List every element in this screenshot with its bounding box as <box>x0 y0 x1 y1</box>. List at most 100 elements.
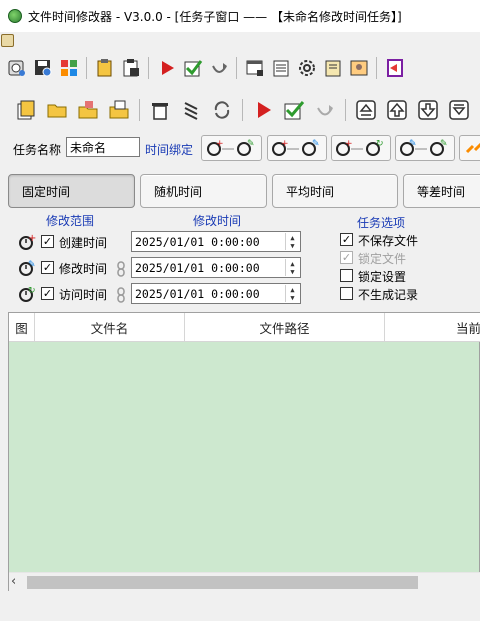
lock-file-label: 锁定文件 <box>358 252 407 266</box>
create-time-spinner[interactable]: ▲ ▼ <box>285 233 299 250</box>
column-header-filepath[interactable]: 文件路径 <box>185 313 385 342</box>
file-list-grid[interactable]: 图 文件名 文件路径 当前 ‹ <box>8 312 480 591</box>
document-icon[interactable] <box>321 57 344 80</box>
add-folder-icon[interactable] <box>44 97 70 123</box>
svg-text:+: + <box>28 233 36 244</box>
bind-modify-access-button[interactable]: ✎ ✎ <box>395 135 455 161</box>
create-time-row: + ✓ 创建时间 2025/01/01 0:00:00 ▲ ▼ <box>0 231 320 255</box>
clock-edit-icon: ✎ <box>18 259 36 280</box>
chain-link-icon[interactable] <box>116 287 126 306</box>
move-up-icon[interactable] <box>384 97 410 123</box>
task-toolbar <box>0 95 480 125</box>
scroll-left-icon[interactable]: ‹ <box>11 574 16 589</box>
main-toolbar <box>0 52 480 84</box>
access-time-field[interactable]: 2025/01/01 0:00:00 ▲ ▼ <box>131 283 301 304</box>
toolbar-separator <box>345 99 346 121</box>
notes-icon[interactable] <box>269 57 292 80</box>
exit-icon[interactable] <box>383 57 406 80</box>
title-bar: 文件时间修改器 - V3.0.0 - [任务子窗口 —— 【未命名修改时间任务】… <box>0 0 480 32</box>
access-time-value: 2025/01/01 0:00:00 <box>135 287 260 301</box>
run-triangle-icon[interactable] <box>250 97 276 123</box>
column-header-current[interactable]: 当前 <box>385 313 480 342</box>
modify-time-label: 修改时间 <box>59 262 108 276</box>
grid-header: 图 文件名 文件路径 当前 <box>9 313 480 342</box>
child-window-icon[interactable] <box>1 34 14 47</box>
svg-text:+: + <box>281 139 289 149</box>
chain-link-icon[interactable] <box>116 261 126 280</box>
no-log-checkbox[interactable] <box>340 287 353 300</box>
svg-text:+: + <box>345 139 353 149</box>
access-time-label: 访问时间 <box>59 288 108 302</box>
add-files-icon[interactable] <box>13 97 39 123</box>
svg-text:✎: ✎ <box>312 139 320 149</box>
modify-time-checkbox[interactable]: ✓ <box>41 261 54 274</box>
svg-text:+: + <box>216 139 224 149</box>
access-time-spinner[interactable]: ▲ ▼ <box>285 285 299 302</box>
unbind-link-button[interactable] <box>459 135 480 161</box>
horizontal-scrollbar[interactable]: ‹ <box>9 572 480 591</box>
grid-apps-icon[interactable] <box>57 57 80 80</box>
bind-create-button[interactable]: + ✎ <box>201 135 262 161</box>
app-icon <box>8 9 22 23</box>
toolbar-separator <box>139 99 140 121</box>
svg-text:✎: ✎ <box>440 139 448 149</box>
tab-random-time[interactable]: 随机时间 <box>140 174 267 208</box>
add-folder-files-2-icon[interactable] <box>106 97 132 123</box>
column-header-icon[interactable]: 图 <box>9 313 35 342</box>
run-triangle-icon[interactable] <box>155 57 178 80</box>
modify-time-field[interactable]: 2025/01/01 0:00:00 ▲ ▼ <box>131 257 301 278</box>
range-heading: 修改范围 <box>46 214 95 228</box>
create-time-field[interactable]: 2025/01/01 0:00:00 ▲ ▼ <box>131 231 301 252</box>
move-down-icon[interactable] <box>415 97 441 123</box>
create-time-checkbox[interactable]: ✓ <box>41 235 54 248</box>
column-header-filename[interactable]: 文件名 <box>35 313 185 342</box>
check-green-icon[interactable] <box>181 57 204 80</box>
create-time-value: 2025/01/01 0:00:00 <box>135 235 260 249</box>
bind-create-modify-button[interactable]: + ✎ <box>267 135 327 161</box>
options-heading: 任务选项 <box>357 216 406 230</box>
svg-text:✎: ✎ <box>409 139 417 149</box>
lock-settings-label: 锁定设置 <box>358 270 407 284</box>
toolbar-separator <box>86 57 87 79</box>
no-save-file-checkbox[interactable]: ✓ <box>340 233 353 246</box>
image-icon[interactable] <box>347 57 370 80</box>
lock-settings-checkbox[interactable] <box>340 269 353 282</box>
svg-text:↻: ↻ <box>28 286 36 296</box>
tab-arithmetic-time[interactable]: 等差时间 <box>403 174 480 208</box>
modify-time-spinner[interactable]: ▲ ▼ <box>285 259 299 276</box>
clock-add-icon: + <box>18 233 36 254</box>
create-time-label: 创建时间 <box>59 236 108 250</box>
tab-average-time[interactable]: 平均时间 <box>272 174 398 208</box>
gear-icon[interactable] <box>295 57 318 80</box>
tab-fixed-time[interactable]: 固定时间 <box>8 174 135 208</box>
undo-curve-icon[interactable] <box>207 57 230 80</box>
time-heading: 修改时间 <box>193 214 242 228</box>
task-name-input[interactable] <box>66 137 140 157</box>
save-disk-icon[interactable] <box>31 57 54 80</box>
check-green-icon[interactable] <box>281 97 307 123</box>
move-bottom-icon[interactable] <box>446 97 472 123</box>
refresh-icon[interactable] <box>209 97 235 123</box>
task-name-row: 任务名称 时间绑定 +✎ +✎ +↻ ✎✎ <box>0 134 480 164</box>
toolbar-separator <box>376 57 377 79</box>
scrollbar-thumb[interactable] <box>27 576 418 589</box>
svg-text:✎: ✎ <box>28 260 36 270</box>
task-name-label: 任务名称 <box>13 143 62 157</box>
child-window-strip <box>0 32 480 50</box>
move-top-icon[interactable] <box>353 97 379 123</box>
add-folder-files-icon[interactable] <box>75 97 101 123</box>
modify-time-value: 2025/01/01 0:00:00 <box>135 261 260 275</box>
no-log-label: 不生成记录 <box>358 288 419 302</box>
toolbar-separator <box>148 57 149 79</box>
delete-trash-icon[interactable] <box>147 97 173 123</box>
save-clipboard-icon[interactable] <box>119 57 142 80</box>
bind-create-access-button[interactable]: + ↻ <box>331 135 391 161</box>
mode-tabs: 固定时间 随机时间 平均时间 等差时间 <box>0 172 480 210</box>
undo-curve-icon[interactable] <box>312 97 338 123</box>
clear-broom-icon[interactable] <box>178 97 204 123</box>
window-export-icon[interactable] <box>243 57 266 80</box>
window-title: 文件时间修改器 - V3.0.0 - [任务子窗口 —— 【未命名修改时间任务】… <box>28 9 402 24</box>
open-clipboard-icon[interactable] <box>93 57 116 80</box>
settings-calc-icon[interactable] <box>5 57 28 80</box>
access-time-checkbox[interactable]: ✓ <box>41 287 54 300</box>
